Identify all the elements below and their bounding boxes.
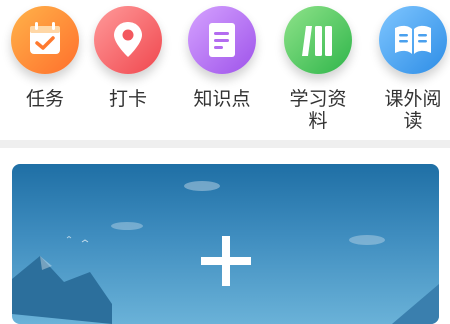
menu-item-label-line2: 读	[403, 110, 423, 132]
menu-item-label: 课外阅 读	[368, 88, 450, 132]
menu-item-label-line1: 课外阅	[384, 88, 442, 110]
plus-icon	[201, 236, 251, 286]
location-pin-icon	[114, 22, 142, 57]
checkin-icon-circle	[94, 6, 162, 74]
upload-banner[interactable]	[12, 164, 439, 324]
books-icon	[302, 26, 332, 56]
menu-item-label-line2: 料	[308, 110, 328, 132]
knowledge-icon-circle	[188, 6, 256, 74]
menu-item-label: 知识点	[193, 88, 251, 110]
menu-item-label-line1: 学习资	[289, 88, 347, 110]
notebook-icon	[209, 23, 235, 57]
calendar-check-icon	[30, 22, 60, 54]
menu-item-label: 打卡	[108, 88, 147, 110]
section-divider	[0, 140, 450, 148]
open-book-icon	[395, 25, 431, 54]
menu-item-label: 学习资 料	[273, 88, 363, 132]
materials-icon-circle	[284, 6, 352, 74]
reading-icon-circle	[379, 6, 447, 74]
task-icon-circle	[11, 6, 79, 74]
menu-item-label: 任务	[25, 88, 64, 110]
quick-menu: 任务 打卡 知识点 学习资 料 课外阅 读	[0, 0, 450, 140]
